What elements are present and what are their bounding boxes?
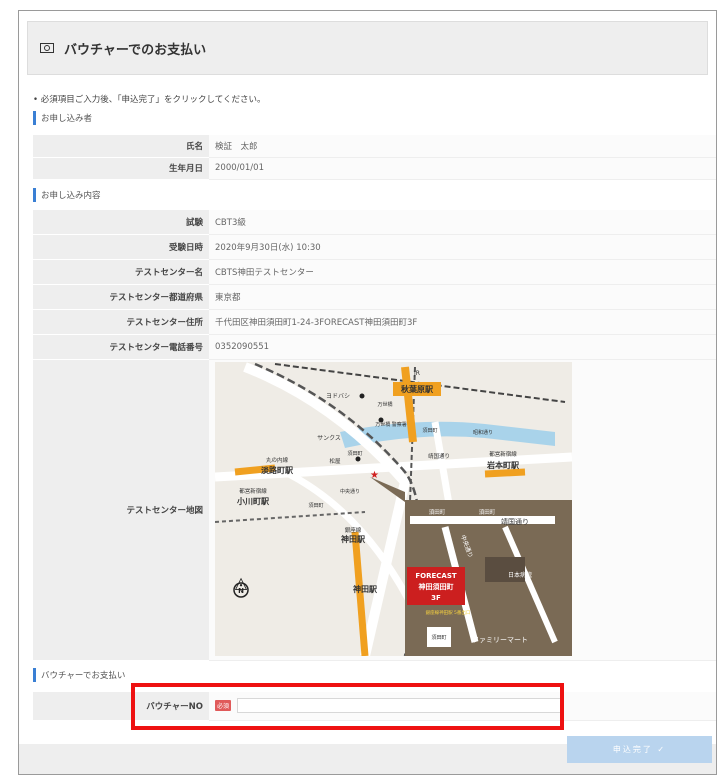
field-value: CBTS神田テストセンター	[209, 259, 716, 285]
section-marker	[33, 668, 36, 682]
field-label: 生年月日	[33, 157, 209, 180]
map-label-ogawamachi: 小川町駅	[236, 496, 270, 506]
field-label: テストセンター地図	[33, 359, 209, 661]
map-label-familymart: ファミリーマート	[472, 636, 528, 644]
voucher-number-input[interactable]	[236, 698, 564, 714]
map-label-akihabara: 秋葉原駅	[400, 384, 434, 394]
map-label-suda-e: 須田町	[479, 508, 496, 516]
field-value: CBT3級	[209, 210, 716, 235]
map-label-kanda-line: 銀座線	[345, 526, 362, 534]
access-map: JR 秋葉原駅 都営新宿線 岩本町駅 丸の内線 淡路町駅 都営新宿線 小川町駅 …	[214, 361, 715, 659]
field-label: テストセンター住所	[33, 309, 209, 335]
table-row: 生年月日 2000/01/01	[33, 157, 716, 180]
forecast-line1: FORECAST	[415, 572, 457, 580]
section-heading-label: バウチャーでお支払い	[41, 671, 126, 681]
section-marker	[33, 111, 36, 125]
table-row: テストセンター名 CBTS神田テストセンター	[33, 259, 716, 285]
forecast-line2: 神田須田町	[419, 582, 454, 591]
field-value: 東京都	[209, 284, 716, 310]
map-label-kanda: 神田駅	[353, 584, 378, 594]
access-map-image: JR 秋葉原駅 都営新宿線 岩本町駅 丸の内線 淡路町駅 都営新宿線 小川町駅 …	[214, 361, 573, 657]
map-label-suda-d: 須田町	[429, 508, 446, 516]
map-label-ogawamachi-line: 都営新宿線	[239, 487, 267, 495]
field-value: 0352090551	[209, 334, 716, 360]
forecast-line3: 3F	[431, 594, 441, 602]
required-badge: 必須	[215, 700, 232, 712]
table-row: テストセンター地図 JR 秋葉原駅 都営新宿線 岩本町駅 丸の内線 淡路町駅 都…	[33, 359, 716, 661]
field-label: バウチャーNO	[33, 692, 209, 721]
details-table: 試験 CBT3級 受験日時 2020年9月30日(水) 10:30 テストセンタ…	[33, 210, 716, 661]
map-label-awajicho: 淡路町駅	[261, 465, 294, 475]
map-label-sunks: サンクス	[317, 435, 341, 442]
section-heading-applicant: お申し込み者	[33, 110, 92, 126]
map-label-kanda-ginza: 神田駅	[341, 534, 366, 544]
map-label-jr: JR	[413, 370, 420, 377]
field-label: 試験	[33, 210, 209, 235]
submit-button[interactable]: 申込完了 ✓	[567, 736, 712, 763]
voucher-table: バウチャーNO 必須	[33, 692, 716, 721]
section-heading-label: お申し込み者	[41, 114, 93, 124]
instruction-text: • 必須項目ご入力後、「申込完了」をクリックしてください。	[33, 95, 266, 105]
table-row: テストセンター都道府県 東京都	[33, 284, 716, 310]
map-label-suda-f: 須田町	[431, 634, 446, 641]
field-label: 氏名	[33, 135, 209, 158]
compass-label: N	[238, 587, 244, 595]
map-label-yodobashi: ヨドバシ	[326, 393, 350, 400]
map-label-awajicho-line: 丸の内線	[266, 456, 289, 464]
map-label-suda-b: 須田町	[422, 427, 437, 434]
map-label-matsuya: 松屋	[329, 457, 341, 465]
map-label-showa: 昭和通り	[473, 429, 493, 436]
map-label-yasukuni-a: 靖国通り	[428, 452, 450, 460]
banknote-icon	[40, 43, 54, 53]
map-label-hospital: 日本病院	[508, 571, 532, 579]
table-row: バウチャーNO 必須	[33, 692, 716, 721]
field-value: 検証 太郎	[209, 135, 716, 158]
section-heading-details: お申し込み内容	[33, 187, 101, 203]
table-row: 受験日時 2020年9月30日(水) 10:30	[33, 234, 716, 260]
map-label-iwamotocho-line: 都営新宿線	[489, 450, 517, 458]
table-row: テストセンター住所 千代田区神田須田町1-24-3FORECAST神田須田町3F	[33, 309, 716, 335]
field-value: 2020年9月30日(水) 10:30	[209, 234, 716, 260]
map-label-exit: 銀座線神田駅 5番出口	[426, 609, 471, 616]
field-label: テストセンター電話番号	[33, 334, 209, 360]
field-value: JR 秋葉原駅 都営新宿線 岩本町駅 丸の内線 淡路町駅 都営新宿線 小川町駅 …	[209, 359, 716, 661]
map-label-suda-c: 須田町	[308, 502, 323, 509]
page-title: バウチャーでのお支払い	[64, 42, 207, 58]
map-label-police: 万世橋 警察署	[375, 421, 407, 428]
voucher-payment-panel: バウチャーでのお支払い • 必須項目ご入力後、「申込完了」をクリックしてください…	[18, 10, 717, 775]
field-label: 受験日時	[33, 234, 209, 260]
map-label-iwamotocho: 岩本町駅	[486, 460, 520, 470]
table-row: テストセンター電話番号 0352090551	[33, 334, 716, 360]
field-label: テストセンター都道府県	[33, 284, 209, 310]
section-marker	[33, 188, 36, 202]
section-heading-label: お申し込み内容	[41, 191, 101, 201]
field-value: 千代田区神田須田町1-24-3FORECAST神田須田町3F	[209, 309, 716, 335]
table-row: 氏名 検証 太郎	[33, 135, 716, 158]
applicant-table: 氏名 検証 太郎 生年月日 2000/01/01	[33, 135, 716, 180]
table-row: 試験 CBT3級	[33, 210, 716, 235]
map-label-chuo-a: 中央通り	[340, 488, 360, 495]
map-label-yasukuni-b: 靖国通り	[501, 517, 529, 526]
field-label: テストセンター名	[33, 259, 209, 285]
field-value: 2000/01/01	[209, 157, 716, 180]
field-value: 必須	[209, 692, 716, 721]
section-heading-voucher: バウチャーでお支払い	[33, 667, 125, 683]
panel-header: バウチャーでのお支払い	[27, 21, 708, 75]
map-label-suda-a: 須田町	[347, 450, 362, 457]
map-label-manseibashi: 万世橋	[377, 401, 392, 408]
